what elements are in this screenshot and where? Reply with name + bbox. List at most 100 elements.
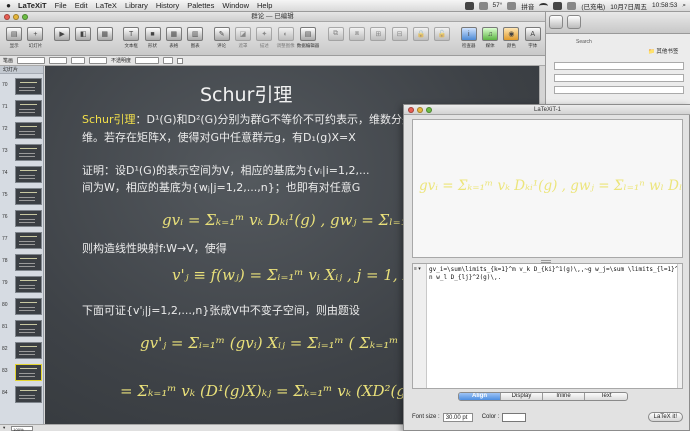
slide-thumb-72[interactable]: 72 xyxy=(0,120,43,140)
menu-file[interactable]: File xyxy=(55,1,67,10)
toolbar-adjust-image-button[interactable]: ◐ 调整图像 xyxy=(275,24,295,54)
date-readout[interactable]: 10月7日周五 xyxy=(610,1,647,11)
menu-app-name[interactable]: LaTeXiT xyxy=(18,1,47,10)
latexit-preview[interactable]: gvᵢ = Σₖ₌₁ᵐ vₖ Dₖᵢ¹(g) , gwⱼ = Σₗ₌₁ⁿ wₗ … xyxy=(412,119,683,258)
toolbar-lock-button[interactable]: 🔒 xyxy=(411,24,431,54)
slide-line-3[interactable]: 证明：设D¹(G)的表示空间为V，相应的基底为{vᵢ|i=1,2,... xyxy=(82,162,369,178)
close-button[interactable] xyxy=(4,14,10,20)
toolbar-comment-button[interactable]: ✎ 评论 xyxy=(212,24,232,54)
slide-line-2[interactable]: 维。若存在矩阵X，使得对G中任意群元g，有D₁(g)X=X xyxy=(82,129,356,145)
latexit-close-button[interactable] xyxy=(408,107,414,113)
shadow-select[interactable] xyxy=(163,57,174,64)
opacity-slider[interactable] xyxy=(135,57,160,64)
slide-line-5[interactable]: 则构造线性映射f:W→V，使得 xyxy=(82,240,227,256)
mode-inline[interactable]: Inline xyxy=(543,393,585,400)
reader-icon[interactable] xyxy=(567,15,581,29)
slide-thumb-75[interactable]: 75 xyxy=(0,186,43,206)
toolbar-alpha-button[interactable]: ✦ 描述 xyxy=(254,24,274,54)
latex-source-text[interactable]: gv_i=\sum\limits_{k=1}^m v_k D_{ki}^1(g)… xyxy=(429,266,679,282)
browser-field-3[interactable] xyxy=(554,86,684,94)
browser-field-1[interactable] xyxy=(554,62,684,70)
equation-2[interactable]: v'ⱼ ≡ f(wⱼ) = Σᵢ₌₁ᵐ vᵢ Xᵢⱼ , j = 1, 2, . xyxy=(172,266,426,284)
browser-field-2[interactable] xyxy=(554,74,684,82)
latex-source-editor[interactable]: ≡ ▾ gv_i=\sum\limits_{k=1}^m v_k D_{ki}^… xyxy=(412,263,683,389)
slide-title[interactable]: Schur引理 xyxy=(200,80,292,107)
toolbar-themes-button[interactable]: ◧ xyxy=(73,24,93,54)
toolbar-data-editor-button[interactable]: ▤ 数据编辑器 xyxy=(297,24,319,54)
mode-display[interactable]: Display xyxy=(501,393,543,400)
temperature-readout[interactable]: 57° xyxy=(493,2,503,9)
latexit-zoom-button[interactable] xyxy=(426,107,432,113)
stroke-style-select[interactable] xyxy=(17,57,46,64)
latex-it-button[interactable]: LaTeX it! xyxy=(647,412,683,422)
other-bookmarks-link[interactable]: 📁 其他书签 xyxy=(648,47,678,55)
mode-align[interactable]: Align xyxy=(459,393,501,400)
slide-thumb-71[interactable]: 71 xyxy=(0,98,43,118)
toolbar-front-button[interactable]: ⧉ xyxy=(326,24,346,54)
slide-thumb-80[interactable]: 80 xyxy=(0,296,43,316)
toolbar-view-button[interactable]: ▤ 显示 xyxy=(4,24,24,54)
slide-thumb-77[interactable]: 77 xyxy=(0,230,43,250)
menu-library[interactable]: Library xyxy=(125,1,148,10)
slide-thumb-70[interactable]: 70 xyxy=(0,76,43,96)
menu-window[interactable]: Window xyxy=(222,1,249,10)
source-scrollbar[interactable] xyxy=(677,264,682,388)
slide-thumb-74[interactable]: 74 xyxy=(0,164,43,184)
network-monitor-icon[interactable] xyxy=(507,1,517,10)
stroke-color-well[interactable] xyxy=(71,57,86,64)
bookmark-icon[interactable] xyxy=(549,15,563,29)
stroke-width-select[interactable] xyxy=(49,57,68,64)
toolbar-mask-button[interactable]: ◪ 遮罩 xyxy=(233,24,253,54)
fill-select[interactable] xyxy=(89,57,108,64)
dropbox-icon[interactable] xyxy=(464,1,474,10)
volume-icon[interactable] xyxy=(553,1,563,10)
toolbar-fonts-button[interactable]: A 字体 xyxy=(523,24,543,54)
slide-thumb-79[interactable]: 79 xyxy=(0,274,43,294)
weather-icon[interactable] xyxy=(478,1,488,10)
color-well[interactable] xyxy=(502,412,527,422)
mode-text[interactable]: Text xyxy=(585,393,627,400)
menu-palettes[interactable]: Palettes xyxy=(187,1,214,10)
collapse-toggle-icon[interactable]: ▾ xyxy=(3,425,5,431)
equation-4[interactable]: = Σₖ₌₁ᵐ vₖ (D¹(g)X)ₖⱼ = Σₖ₌₁ᵐ vₖ (XD²(g)… xyxy=(120,382,427,400)
toolbar-shapes-button[interactable]: ■ 形状 xyxy=(142,24,162,54)
toolbar-textbox-button[interactable]: T 文本框 xyxy=(121,24,141,54)
menu-edit[interactable]: Edit xyxy=(75,1,88,10)
slide-line-6[interactable]: 下面可证{v'ⱼ|j=1,2,...,n}张成V中不变子空间，则由题设 xyxy=(82,302,360,318)
clock-readout[interactable]: 10:58:53 xyxy=(652,2,677,9)
zoom-select[interactable]: 100% xyxy=(11,425,34,431)
toolbar-chart-button[interactable]: ▥ 图表 xyxy=(185,24,205,54)
slide-thumb-81[interactable]: 81 xyxy=(0,318,43,338)
toolbar-back-button[interactable]: ⧈ xyxy=(347,24,367,54)
toolbar-table-button[interactable]: ▦ 表格 xyxy=(164,24,184,54)
zoom-button[interactable] xyxy=(22,14,28,20)
slide-thumb-78[interactable]: 78 xyxy=(0,252,43,272)
wifi-icon[interactable] xyxy=(539,2,549,9)
font-size-field[interactable]: 30.00 pt xyxy=(442,412,473,422)
toolbar-new-slide-button[interactable]: + 幻灯片 xyxy=(25,24,45,54)
editor-gutter[interactable]: ≡ ▾ xyxy=(413,264,427,388)
latexit-minimize-button[interactable] xyxy=(417,107,423,113)
toolbar-group-button[interactable]: ⊞ xyxy=(368,24,388,54)
toolbar-inspector-button[interactable]: i 检查器 xyxy=(459,24,479,54)
input-method-label[interactable]: 拼音 xyxy=(521,1,534,11)
apple-menu-icon[interactable]: ● xyxy=(4,1,13,10)
menu-help[interactable]: Help xyxy=(257,1,272,10)
menu-latex[interactable]: LaTeX xyxy=(96,1,117,10)
spotlight-icon[interactable]: ⌕ xyxy=(682,2,686,10)
slide-thumb-84[interactable]: 84 xyxy=(0,384,43,404)
toolbar-masters-button[interactable]: ▦ xyxy=(94,24,114,54)
minimize-button[interactable] xyxy=(13,14,19,20)
slide-thumb-83[interactable]: 83 xyxy=(0,362,43,382)
slide-thumb-82[interactable]: 82 xyxy=(0,340,43,360)
slide-thumb-76[interactable]: 76 xyxy=(0,208,43,228)
battery-icon[interactable] xyxy=(567,1,577,10)
toolbar-ungroup-button[interactable]: ⊟ xyxy=(389,24,409,54)
slide-thumb-73[interactable]: 73 xyxy=(0,142,43,162)
reflection-checkbox[interactable] xyxy=(177,57,184,64)
toolbar-colors-button[interactable]: ◉ 颜色 xyxy=(501,24,521,54)
menu-history[interactable]: History xyxy=(156,1,179,10)
toolbar-play-button[interactable]: ▶ xyxy=(52,24,72,54)
toolbar-unlock-button[interactable]: 🔓 xyxy=(432,24,452,54)
slide-line-4[interactable]: 间为W，相应的基底为{wⱼ|j=1,2,...,n}；也即有对任意G xyxy=(82,179,360,195)
